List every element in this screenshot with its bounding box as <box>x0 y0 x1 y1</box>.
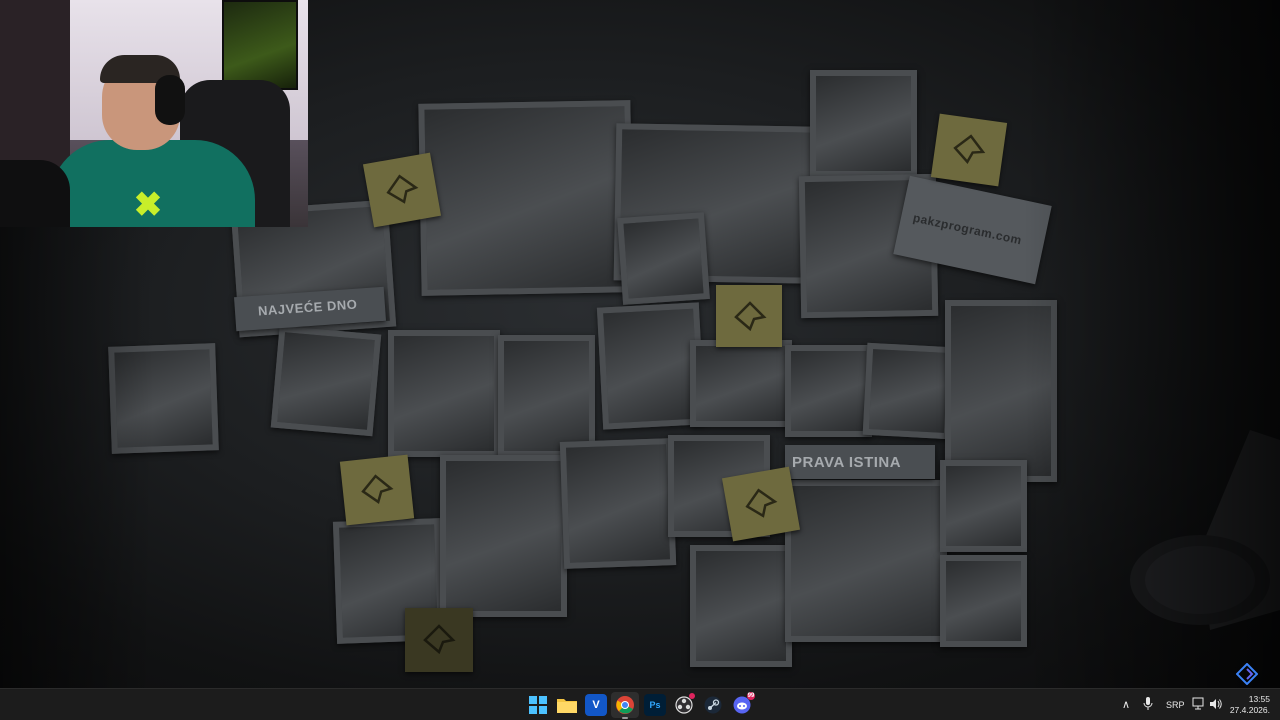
wallpaper-photo <box>785 345 872 437</box>
webcam-poster <box>222 0 298 90</box>
clock-time: 13:55 <box>1248 694 1270 704</box>
obs-icon[interactable] <box>673 693 695 716</box>
chrome-icon[interactable] <box>614 694 636 716</box>
wallpaper-photo <box>270 325 382 437</box>
sticky-note <box>405 608 473 672</box>
wallpaper-photo <box>388 330 500 457</box>
wallpaper-photo <box>862 342 955 440</box>
sticky-note <box>339 454 415 526</box>
sticky-note <box>930 113 1008 187</box>
wallpaper-photo <box>440 455 567 617</box>
wallpaper-photo <box>559 438 677 569</box>
language-indicator[interactable]: SRP <box>1166 700 1185 710</box>
system-clock[interactable]: 13:55 27.4.2026. <box>1220 694 1270 716</box>
wallpaper-photo <box>596 302 706 430</box>
wallpaper-photo <box>617 212 710 305</box>
webcam-overlay: ✖ <box>0 0 308 227</box>
taskbar: V Ps 99 ∧ SRP 13:55 27.4.2026. <box>0 688 1280 720</box>
wallpaper-photo <box>690 340 792 427</box>
folder-icon[interactable] <box>556 694 578 716</box>
wallpaper-caption-istina: PRAVA ISTINA <box>792 454 902 471</box>
headset-icon <box>155 75 185 125</box>
wallpaper-photo <box>498 335 595 457</box>
diamond-logo-icon <box>1236 663 1258 685</box>
wallpaper-photo <box>785 480 947 642</box>
v-app-icon[interactable]: V <box>585 694 607 716</box>
wallpaper-photo <box>108 343 219 454</box>
wallpaper-photo <box>810 70 917 177</box>
active-indicator <box>622 717 628 719</box>
discord-icon[interactable]: 99 <box>731 692 755 716</box>
sticky-note <box>362 152 442 228</box>
wallpaper-photo <box>690 545 792 667</box>
sticky-note <box>721 466 801 542</box>
show-hidden-icons[interactable]: ∧ <box>1122 698 1130 711</box>
notification-dot <box>689 693 695 699</box>
wallpaper-photo <box>945 300 1057 482</box>
sticky-note <box>716 285 782 347</box>
network-icon[interactable] <box>1192 697 1204 713</box>
microphone-arm <box>0 160 70 227</box>
shirt-logo-icon: ✖ <box>133 186 163 224</box>
microphone-icon[interactable] <box>1143 697 1153 713</box>
wallpaper-photo <box>940 460 1027 552</box>
webcam-shelf <box>0 0 70 180</box>
photoshop-icon[interactable]: Ps <box>644 694 666 716</box>
discord-badge: 99 <box>747 692 755 700</box>
clock-date: 27.4.2026. <box>1229 705 1270 715</box>
windows-icon[interactable] <box>527 694 549 716</box>
steam-icon[interactable] <box>702 694 724 716</box>
speaker-graphic <box>1130 430 1280 630</box>
wallpaper-photo <box>418 100 634 296</box>
wallpaper-photo <box>940 555 1027 647</box>
desktop-screen: NAJVEĆE DNO PRAVA ISTINA pakzprogram.com <box>0 0 1280 720</box>
